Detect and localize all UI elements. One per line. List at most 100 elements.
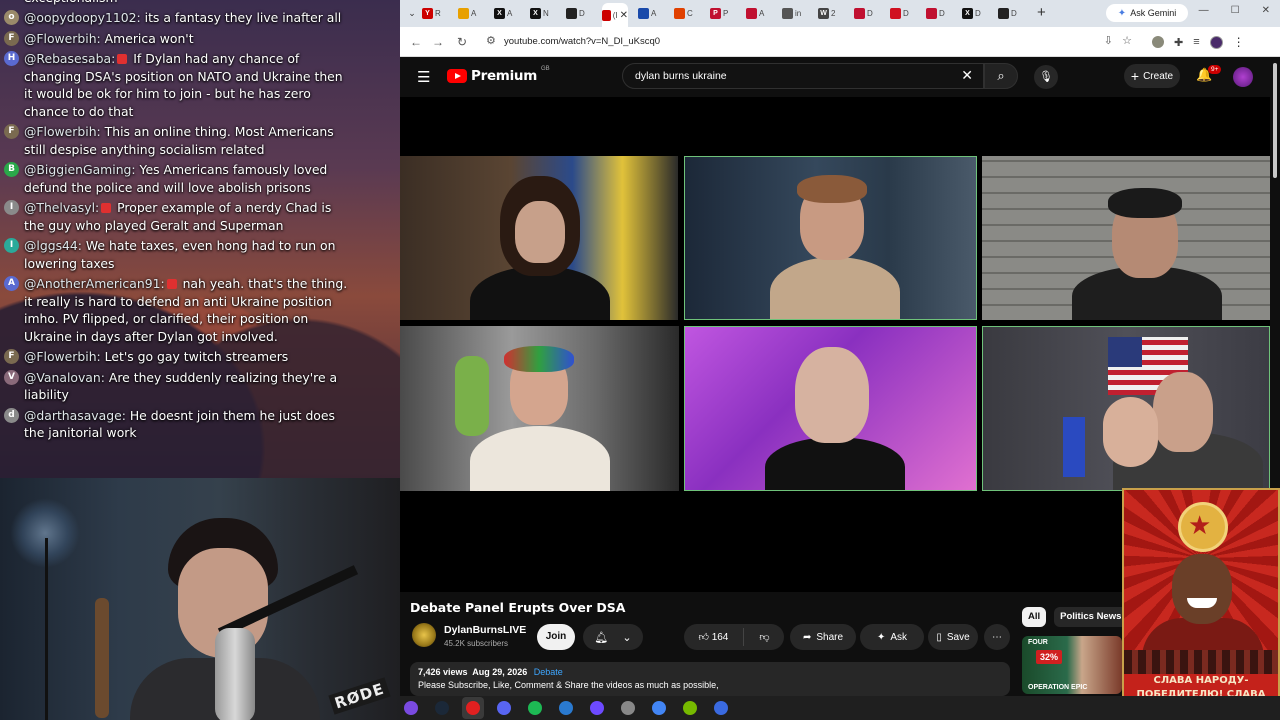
chat-username: @BiggienGaming: [24, 162, 136, 177]
browser-tab[interactable]: YR [422, 5, 454, 22]
chat-user-avatar: H [4, 51, 19, 66]
app-icon[interactable] [555, 697, 577, 719]
more-actions-icon[interactable]: ⋯ [984, 624, 1010, 650]
chip-politics-news[interactable]: Politics News [1054, 607, 1128, 627]
description-box[interactable]: 7,426 views Aug 29, 2026 Debate Please S… [410, 662, 1010, 696]
arc-icon[interactable] [400, 697, 422, 719]
youtube-premium-logo[interactable]: Premium GB [447, 66, 550, 84]
extension-icon[interactable] [1152, 36, 1164, 48]
panelist-tile-4 [400, 326, 679, 491]
hashtag-link[interactable]: Debate [534, 667, 563, 677]
browser-tab[interactable]: XN [530, 5, 562, 22]
browser-tab[interactable]: A [458, 5, 490, 22]
chat-message-list: o @oopydoopy1102: its a fantasy they live… [0, 8, 400, 444]
join-button[interactable]: Join [537, 624, 575, 650]
search-icon[interactable]: ⌕ [984, 63, 1018, 89]
browser-tab[interactable]: in [782, 5, 814, 22]
chip-all[interactable]: All [1022, 607, 1047, 627]
share-button[interactable]: ➦ Share [790, 624, 856, 650]
tab-favicon-icon: W [818, 8, 829, 19]
dislike-icon[interactable]: 👎︎ [759, 631, 769, 643]
nvidia-icon[interactable] [679, 697, 701, 719]
tab-title: D [867, 9, 873, 18]
guide-menu-icon[interactable]: ☰ [417, 68, 430, 86]
tab-favicon-icon: X [494, 8, 505, 19]
bookmark-star-icon[interactable]: ☆ [1122, 34, 1132, 47]
browser-tab[interactable]: C [674, 5, 706, 22]
settings-icon[interactable] [617, 697, 639, 719]
channel-name[interactable]: DylanBurnsLIVE [444, 624, 526, 636]
profile-avatar[interactable] [1209, 35, 1223, 49]
site-info-icon[interactable]: ⚙ [486, 34, 496, 47]
back-icon[interactable]: ← [410, 33, 422, 51]
like-dislike-group: 👍︎ 164 👎︎ [684, 624, 784, 650]
browser-tab[interactable]: D [998, 5, 1030, 22]
browser-tab[interactable]: XD [962, 5, 994, 22]
chat-message: I @lggs44: We hate taxes, even hong had t… [0, 236, 400, 274]
new-tab-button[interactable]: + [1037, 5, 1046, 20]
chat-user-avatar: o [4, 10, 19, 25]
channel-avatar[interactable] [412, 623, 436, 647]
chat-message: I @Thelvasyl: Proper example of a nerdy C… [0, 198, 400, 236]
maximize-button[interactable]: ☐ [1231, 5, 1240, 16]
discord-icon[interactable] [493, 697, 515, 719]
obs-icon[interactable] [462, 697, 484, 719]
reading-list-icon[interactable]: ≡ [1193, 36, 1199, 48]
spotify-icon[interactable] [524, 697, 546, 719]
chat-message: F @Flowerbih: America won't [0, 29, 400, 50]
minimize-button[interactable]: — [1199, 5, 1209, 16]
proton-icon[interactable] [586, 697, 608, 719]
chat-message: V @Vanalovan: Are they suddenly realizing… [0, 368, 400, 406]
thumbnail-percent-badge: 32% [1036, 650, 1063, 664]
chat-user-avatar: V [4, 369, 19, 385]
browser-tab[interactable]: (I ✕ [602, 3, 628, 27]
chrome-icon[interactable] [648, 697, 670, 719]
streamer-icon[interactable] [710, 697, 732, 719]
clear-search-icon[interactable]: ✕ [961, 67, 973, 84]
ask-button[interactable]: ✦ Ask [860, 624, 924, 650]
subscribed-button[interactable]: 🔔︎ ⌄ [583, 624, 643, 650]
browser-tab[interactable]: D [926, 5, 958, 22]
youtube-header: ☰ Premium GB dylan burns ukraine ✕ ⌕ 🎙 +… [400, 57, 1280, 97]
browser-tab[interactable]: D [890, 5, 922, 22]
tab-favicon-icon [458, 8, 469, 19]
browser-tab[interactable]: A [638, 5, 670, 22]
tab-title: A [507, 9, 513, 18]
install-app-icon[interactable]: ⇩ [1104, 34, 1113, 47]
account-avatar[interactable] [1233, 67, 1253, 87]
chat-badge-icon [166, 279, 177, 289]
page-scrollbar[interactable] [1273, 63, 1277, 178]
close-window-button[interactable]: ✕ [1262, 5, 1270, 16]
steam-icon[interactable] [431, 697, 453, 719]
ask-gemini-label: Ask Gemini [1130, 8, 1177, 18]
like-button[interactable]: 👍︎ 164 [698, 631, 728, 643]
recommended-video-thumbnail[interactable]: FOUR 32% OPERATION EPIC [1022, 636, 1122, 694]
voice-search-icon[interactable]: 🎙 [1034, 65, 1058, 89]
chrome-menu-icon[interactable]: ⋮ [1233, 35, 1245, 49]
window-controls: — ☐ ✕ [1199, 5, 1270, 16]
address-bar[interactable]: ⚙ youtube.com/watch?v=N_DI_uKscq0 ⇩ ☆ [478, 31, 1168, 53]
browser-tab[interactable]: W2 [818, 5, 850, 22]
video-title: Debate Panel Erupts Over DSA [410, 600, 626, 615]
reload-icon[interactable]: ↻ [457, 33, 467, 51]
browser-tab[interactable]: D [854, 5, 886, 22]
search-input[interactable]: dylan burns ukraine ✕ [622, 63, 984, 89]
browser-tab[interactable]: PP [710, 5, 742, 22]
upload-date: Aug 29, 2026 [472, 667, 528, 677]
tab-title: D [939, 9, 945, 18]
forward-icon[interactable]: → [432, 33, 444, 51]
tab-title: (I [612, 10, 618, 20]
browser-tab[interactable]: XA [494, 5, 526, 22]
star-icon: ★ [1188, 510, 1212, 540]
chat-message: F @Flowerbih: Let's go gay twitch streame… [0, 347, 400, 368]
browser-tab[interactable]: D [566, 5, 598, 22]
save-button[interactable]: ▯ Save [928, 624, 978, 650]
browser-tab[interactable]: A [746, 5, 778, 22]
tab-search-icon[interactable]: ⌄ [406, 7, 418, 19]
extensions-puzzle-icon[interactable]: ✚ [1174, 36, 1183, 49]
create-button[interactable]: + Create [1124, 64, 1180, 88]
ask-gemini-button[interactable]: ✦ Ask Gemini [1106, 4, 1188, 22]
chat-username: @lggs44: [24, 238, 82, 253]
create-label: Create [1143, 70, 1174, 82]
tab-close-icon[interactable]: ✕ [620, 10, 628, 21]
